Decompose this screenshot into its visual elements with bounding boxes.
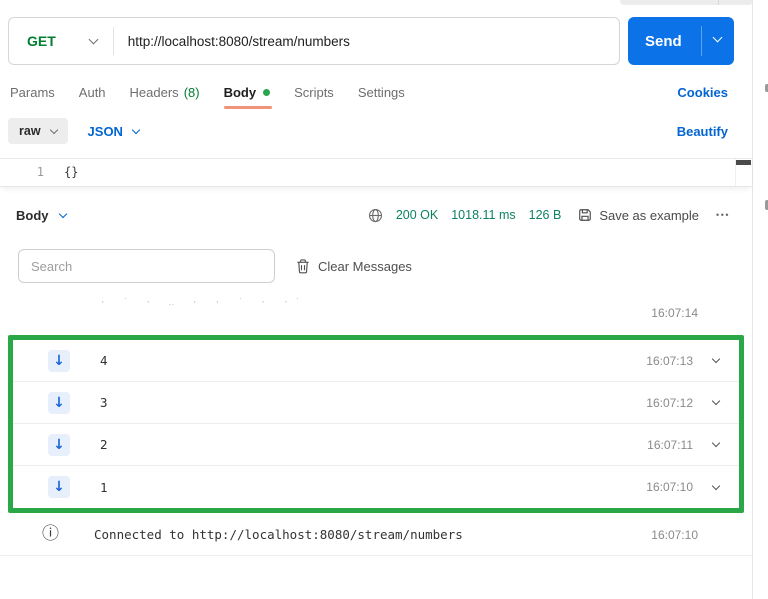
postman-request-view: GET Send Params Auth Headers (8) Body Scr… [0, 0, 768, 599]
clear-messages-label: Clear Messages [318, 259, 412, 274]
chevron-down-icon [712, 439, 720, 447]
chevron-down-icon [712, 481, 720, 489]
tab-label: Params [10, 85, 55, 100]
cookies-link[interactable]: Cookies [677, 85, 728, 100]
more-actions-icon[interactable]: ••• [716, 210, 730, 220]
clipped-message-text: · ˙ · ‥ · · ˙ · ·˙ [100, 298, 306, 308]
search-input[interactable] [18, 249, 275, 283]
response-view-label: Body [16, 208, 49, 223]
body-type-label: raw [19, 124, 41, 138]
expand-row-control[interactable] [693, 401, 739, 404]
save-as-example-button[interactable]: Save as example [578, 208, 699, 223]
beautify-link[interactable]: Beautify [677, 124, 728, 139]
message-row[interactable]: ↓ 1 16:07:10 [13, 466, 739, 508]
method-label: GET [27, 33, 56, 49]
tab-params[interactable]: Params [10, 85, 55, 100]
tab-headers[interactable]: Headers (8) [130, 85, 200, 100]
response-meta: 200 OK 1018.11 ms 126 B Save as example … [368, 208, 730, 223]
response-size[interactable]: 126 B [529, 208, 562, 222]
body-code-editor[interactable]: 1 {} [0, 158, 752, 187]
tab-label: Headers [130, 85, 179, 100]
message-timestamp: 16:07:12 [646, 396, 693, 410]
tab-label: Settings [358, 85, 405, 100]
message-row[interactable]: ↓ 3 16:07:12 [13, 382, 739, 424]
message-timestamp: 16:07:10 [646, 480, 693, 494]
tab-auth[interactable]: Auth [79, 85, 106, 100]
messages-toolbar: Clear Messages [18, 249, 734, 283]
message-text: Connected to http://localhost:8080/strea… [94, 527, 463, 542]
expand-row-control[interactable] [693, 443, 739, 446]
editor-scrollbar[interactable] [735, 159, 752, 186]
tab-scripts[interactable]: Scripts [294, 85, 334, 100]
message-text: 1 [100, 480, 108, 495]
tab-body[interactable]: Body [224, 85, 271, 100]
body-type-select[interactable]: raw [8, 118, 68, 144]
message-text: 3 [100, 395, 108, 410]
message-text: 2 [100, 437, 108, 452]
save-icon [578, 208, 592, 222]
button-divider [718, 0, 719, 5]
tab-label: Body [224, 85, 257, 100]
expand-row-control[interactable] [693, 486, 739, 489]
info-icon: ⓘ [42, 526, 59, 543]
save-as-example-label: Save as example [599, 208, 699, 223]
chevron-down-icon [88, 35, 98, 45]
main-panel: GET Send Params Auth Headers (8) Body Scr… [0, 17, 752, 556]
arrow-down-icon: ↓ [48, 392, 70, 414]
send-label: Send [628, 33, 682, 50]
editor-code[interactable]: {} [64, 165, 78, 179]
right-sidebar-rail [752, 0, 768, 599]
send-options-chevron-icon[interactable] [713, 33, 723, 43]
message-row-connected[interactable]: ⓘ Connected to http://localhost:8080/str… [0, 514, 752, 556]
arrow-down-icon: ↓ [48, 350, 70, 372]
chevron-down-icon [58, 209, 66, 217]
trash-icon [296, 259, 310, 274]
language-select[interactable]: JSON [88, 124, 139, 139]
request-bar: GET Send [8, 17, 734, 65]
globe-icon [368, 208, 383, 223]
message-timestamp: 16:07:10 [651, 528, 698, 542]
language-label: JSON [88, 124, 123, 139]
message-timestamp: 16:07:11 [647, 438, 693, 452]
status-code[interactable]: 200 OK [396, 208, 438, 222]
collapsed-save-button[interactable] [620, 0, 753, 5]
headers-count-badge: (8) [184, 85, 200, 100]
tab-settings[interactable]: Settings [358, 85, 405, 100]
highlight-annotation-box: ↓ 4 16:07:13 ↓ 3 16:07:12 ↓ 2 16:07:11 [8, 335, 744, 513]
arrow-down-icon: ↓ [48, 434, 70, 456]
message-text: 4 [100, 353, 108, 368]
response-toolbar: Body 200 OK 1018.11 ms 126 B Save as exa… [16, 204, 730, 226]
response-view-select[interactable]: Body [16, 208, 66, 223]
arrow-down-icon: ↓ [48, 476, 70, 498]
request-tabs: Params Auth Headers (8) Body Scripts Sett… [10, 81, 728, 103]
expand-row-control[interactable] [693, 359, 739, 362]
message-row[interactable]: ↓ 2 16:07:11 [13, 424, 739, 466]
message-row[interactable]: ↓ 4 16:07:13 [13, 340, 739, 382]
scrollbar-thumb[interactable] [736, 160, 751, 165]
message-list: · ˙ · ‥ · · ˙ · ·˙ 16:07:14 ↓ 4 16:07:13… [0, 296, 752, 556]
response-time[interactable]: 1018.11 ms [451, 208, 515, 222]
line-number: 1 [0, 165, 44, 179]
clear-messages-button[interactable]: Clear Messages [296, 259, 412, 274]
chevron-down-icon [712, 397, 720, 405]
unsaved-dot-icon [263, 89, 270, 96]
chevron-down-icon [712, 355, 720, 363]
message-timestamp: 16:07:14 [651, 306, 698, 320]
url-input[interactable] [114, 34, 619, 49]
method-select[interactable]: GET [9, 33, 113, 49]
tab-label: Auth [79, 85, 106, 100]
message-row-partial[interactable]: · ˙ · ‥ · · ˙ · ·˙ 16:07:14 [0, 296, 752, 330]
send-button[interactable]: Send [628, 17, 734, 65]
divider [701, 26, 702, 56]
tab-label: Scripts [294, 85, 334, 100]
message-timestamp: 16:07:13 [646, 354, 693, 368]
url-bar: GET [8, 17, 620, 65]
chevron-down-icon [132, 125, 140, 133]
chevron-down-icon [49, 125, 57, 133]
body-mode-bar: raw JSON Beautify [8, 117, 728, 145]
